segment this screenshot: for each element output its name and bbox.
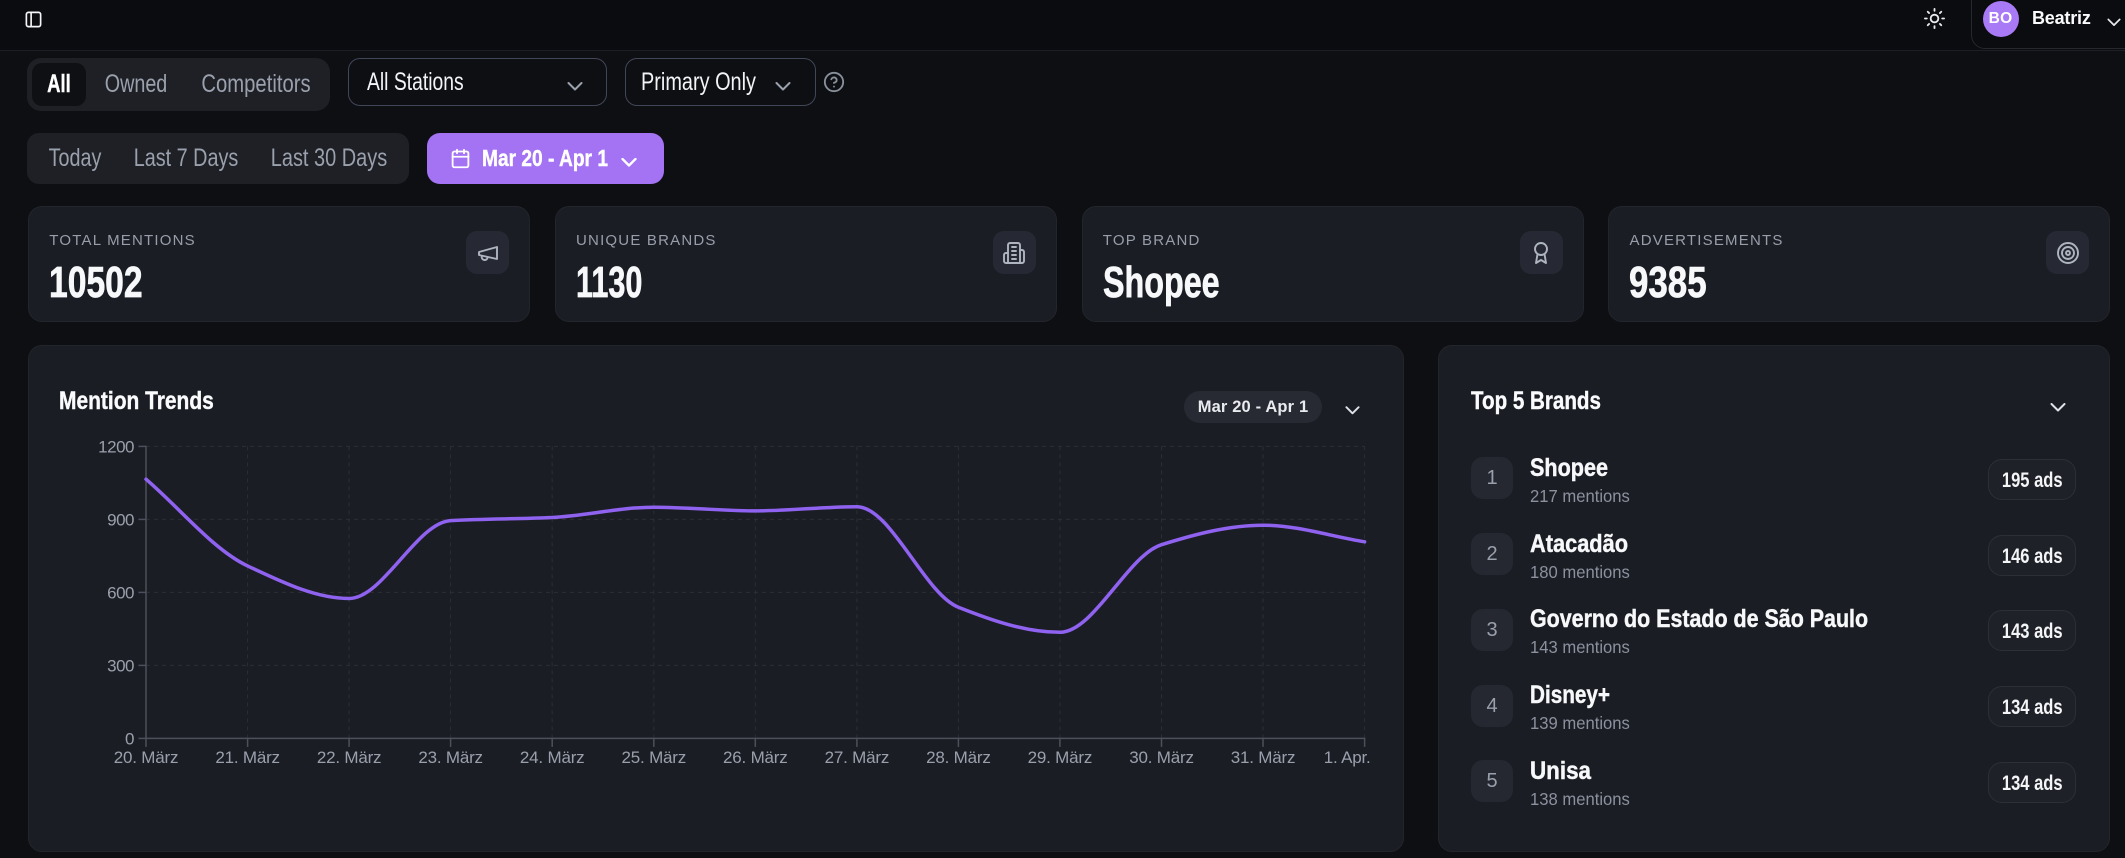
svg-text:28. März: 28. März	[926, 748, 991, 767]
svg-text:24. März: 24. März	[520, 748, 585, 767]
svg-text:300: 300	[107, 656, 134, 675]
svg-text:600: 600	[107, 583, 134, 602]
svg-text:900: 900	[107, 510, 134, 529]
svg-text:1200: 1200	[98, 437, 134, 456]
svg-text:20. März: 20. März	[114, 748, 179, 767]
svg-text:31. März: 31. März	[1231, 748, 1296, 767]
svg-text:30. März: 30. März	[1129, 748, 1194, 767]
svg-text:21. März: 21. März	[215, 748, 280, 767]
svg-text:0: 0	[125, 729, 134, 748]
svg-text:22. März: 22. März	[317, 748, 382, 767]
svg-text:25. März: 25. März	[622, 748, 687, 767]
svg-text:27. März: 27. März	[825, 748, 890, 767]
svg-text:26. März: 26. März	[723, 748, 788, 767]
svg-text:29. März: 29. März	[1028, 748, 1093, 767]
svg-text:23. März: 23. März	[418, 748, 483, 767]
svg-text:1. Apr.: 1. Apr.	[1324, 748, 1371, 767]
